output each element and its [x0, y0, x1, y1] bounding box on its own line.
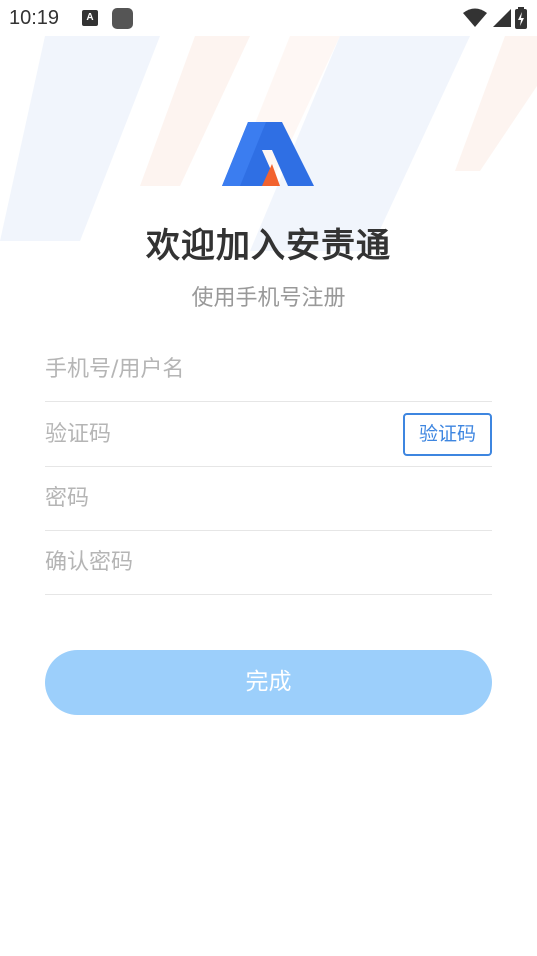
get-code-button[interactable]: 验证码 [403, 413, 492, 456]
password-input[interactable] [45, 467, 375, 529]
submit-button[interactable]: 完成 [45, 650, 492, 715]
status-time: 10:19 [9, 7, 60, 29]
status-bar: 10:19 A [0, 0, 537, 36]
register-screen: 10:19 A 欢迎加入安责通 使用手机号注册 验证码 [0, 0, 537, 956]
wifi-icon [463, 8, 487, 27]
notification-a-icon: A [82, 10, 98, 26]
code-input[interactable] [45, 403, 375, 465]
phone-field [45, 338, 492, 402]
password-field [45, 467, 492, 531]
confirm-password-field [45, 531, 492, 595]
battery-icon [515, 7, 527, 29]
signal-icon [493, 9, 511, 27]
app-logo [222, 122, 314, 186]
code-field: 验证码 [45, 403, 492, 467]
confirm-password-input[interactable] [45, 531, 375, 593]
page-title: 欢迎加入安责通 [146, 226, 391, 266]
phone-input[interactable] [45, 338, 375, 400]
status-indicators [463, 6, 527, 30]
notification-app-icon [112, 8, 133, 29]
page-subtitle: 使用手机号注册 [191, 286, 346, 311]
